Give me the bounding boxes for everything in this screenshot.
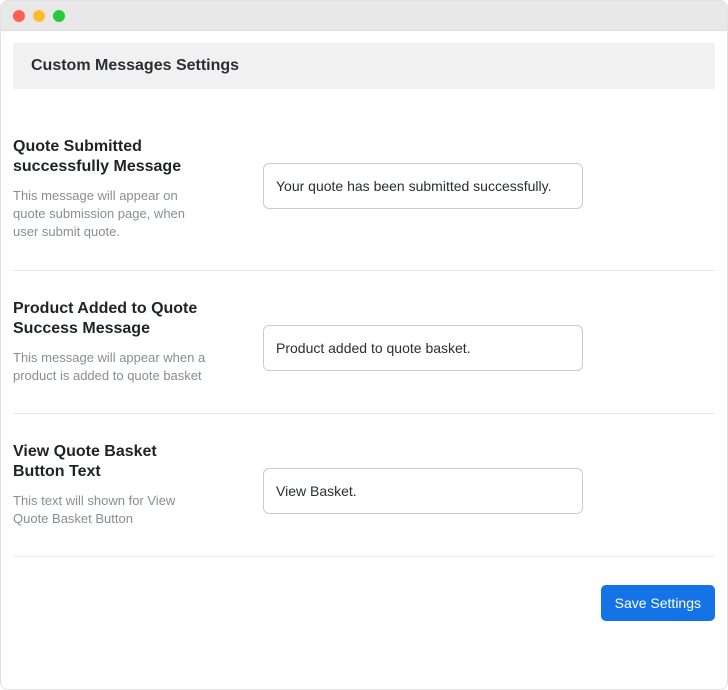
setting-label-col: Product Added to Quote Success Message T… (13, 299, 228, 385)
setting-description: This message will appear when a product … (13, 349, 212, 385)
window-titlebar (1, 1, 727, 31)
setting-row-view-basket-text: View Quote Basket Button Text This text … (13, 442, 715, 557)
app-window: Custom Messages Settings Quote Submitted… (0, 0, 728, 690)
form-footer: Save Settings (13, 585, 715, 621)
product-added-message-input[interactable] (263, 325, 583, 371)
settings-form: Quote Submitted successfully Message Thi… (13, 137, 715, 621)
minimize-icon[interactable] (33, 10, 45, 22)
setting-row-product-added: Product Added to Quote Success Message T… (13, 299, 715, 414)
setting-row-quote-submitted: Quote Submitted successfully Message Thi… (13, 137, 715, 271)
quote-submitted-message-input[interactable] (263, 163, 583, 209)
view-basket-button-text-input[interactable] (263, 468, 583, 514)
close-icon[interactable] (13, 10, 25, 22)
setting-label-col: View Quote Basket Button Text This text … (13, 442, 228, 528)
setting-input-col (263, 442, 583, 514)
setting-title: Product Added to Quote Success Message (13, 299, 212, 339)
setting-title: Quote Submitted successfully Message (13, 137, 212, 177)
page-title: Custom Messages Settings (31, 57, 697, 75)
page-header: Custom Messages Settings (13, 43, 715, 89)
setting-title: View Quote Basket Button Text (13, 442, 212, 482)
setting-description: This text will shown for View Quote Bask… (13, 492, 212, 528)
setting-description: This message will appear on quote submis… (13, 187, 212, 242)
maximize-icon[interactable] (53, 10, 65, 22)
save-settings-button[interactable]: Save Settings (601, 585, 715, 621)
content-area: Custom Messages Settings Quote Submitted… (1, 31, 727, 633)
setting-label-col: Quote Submitted successfully Message Thi… (13, 137, 228, 242)
setting-input-col (263, 137, 583, 209)
setting-input-col (263, 299, 583, 371)
